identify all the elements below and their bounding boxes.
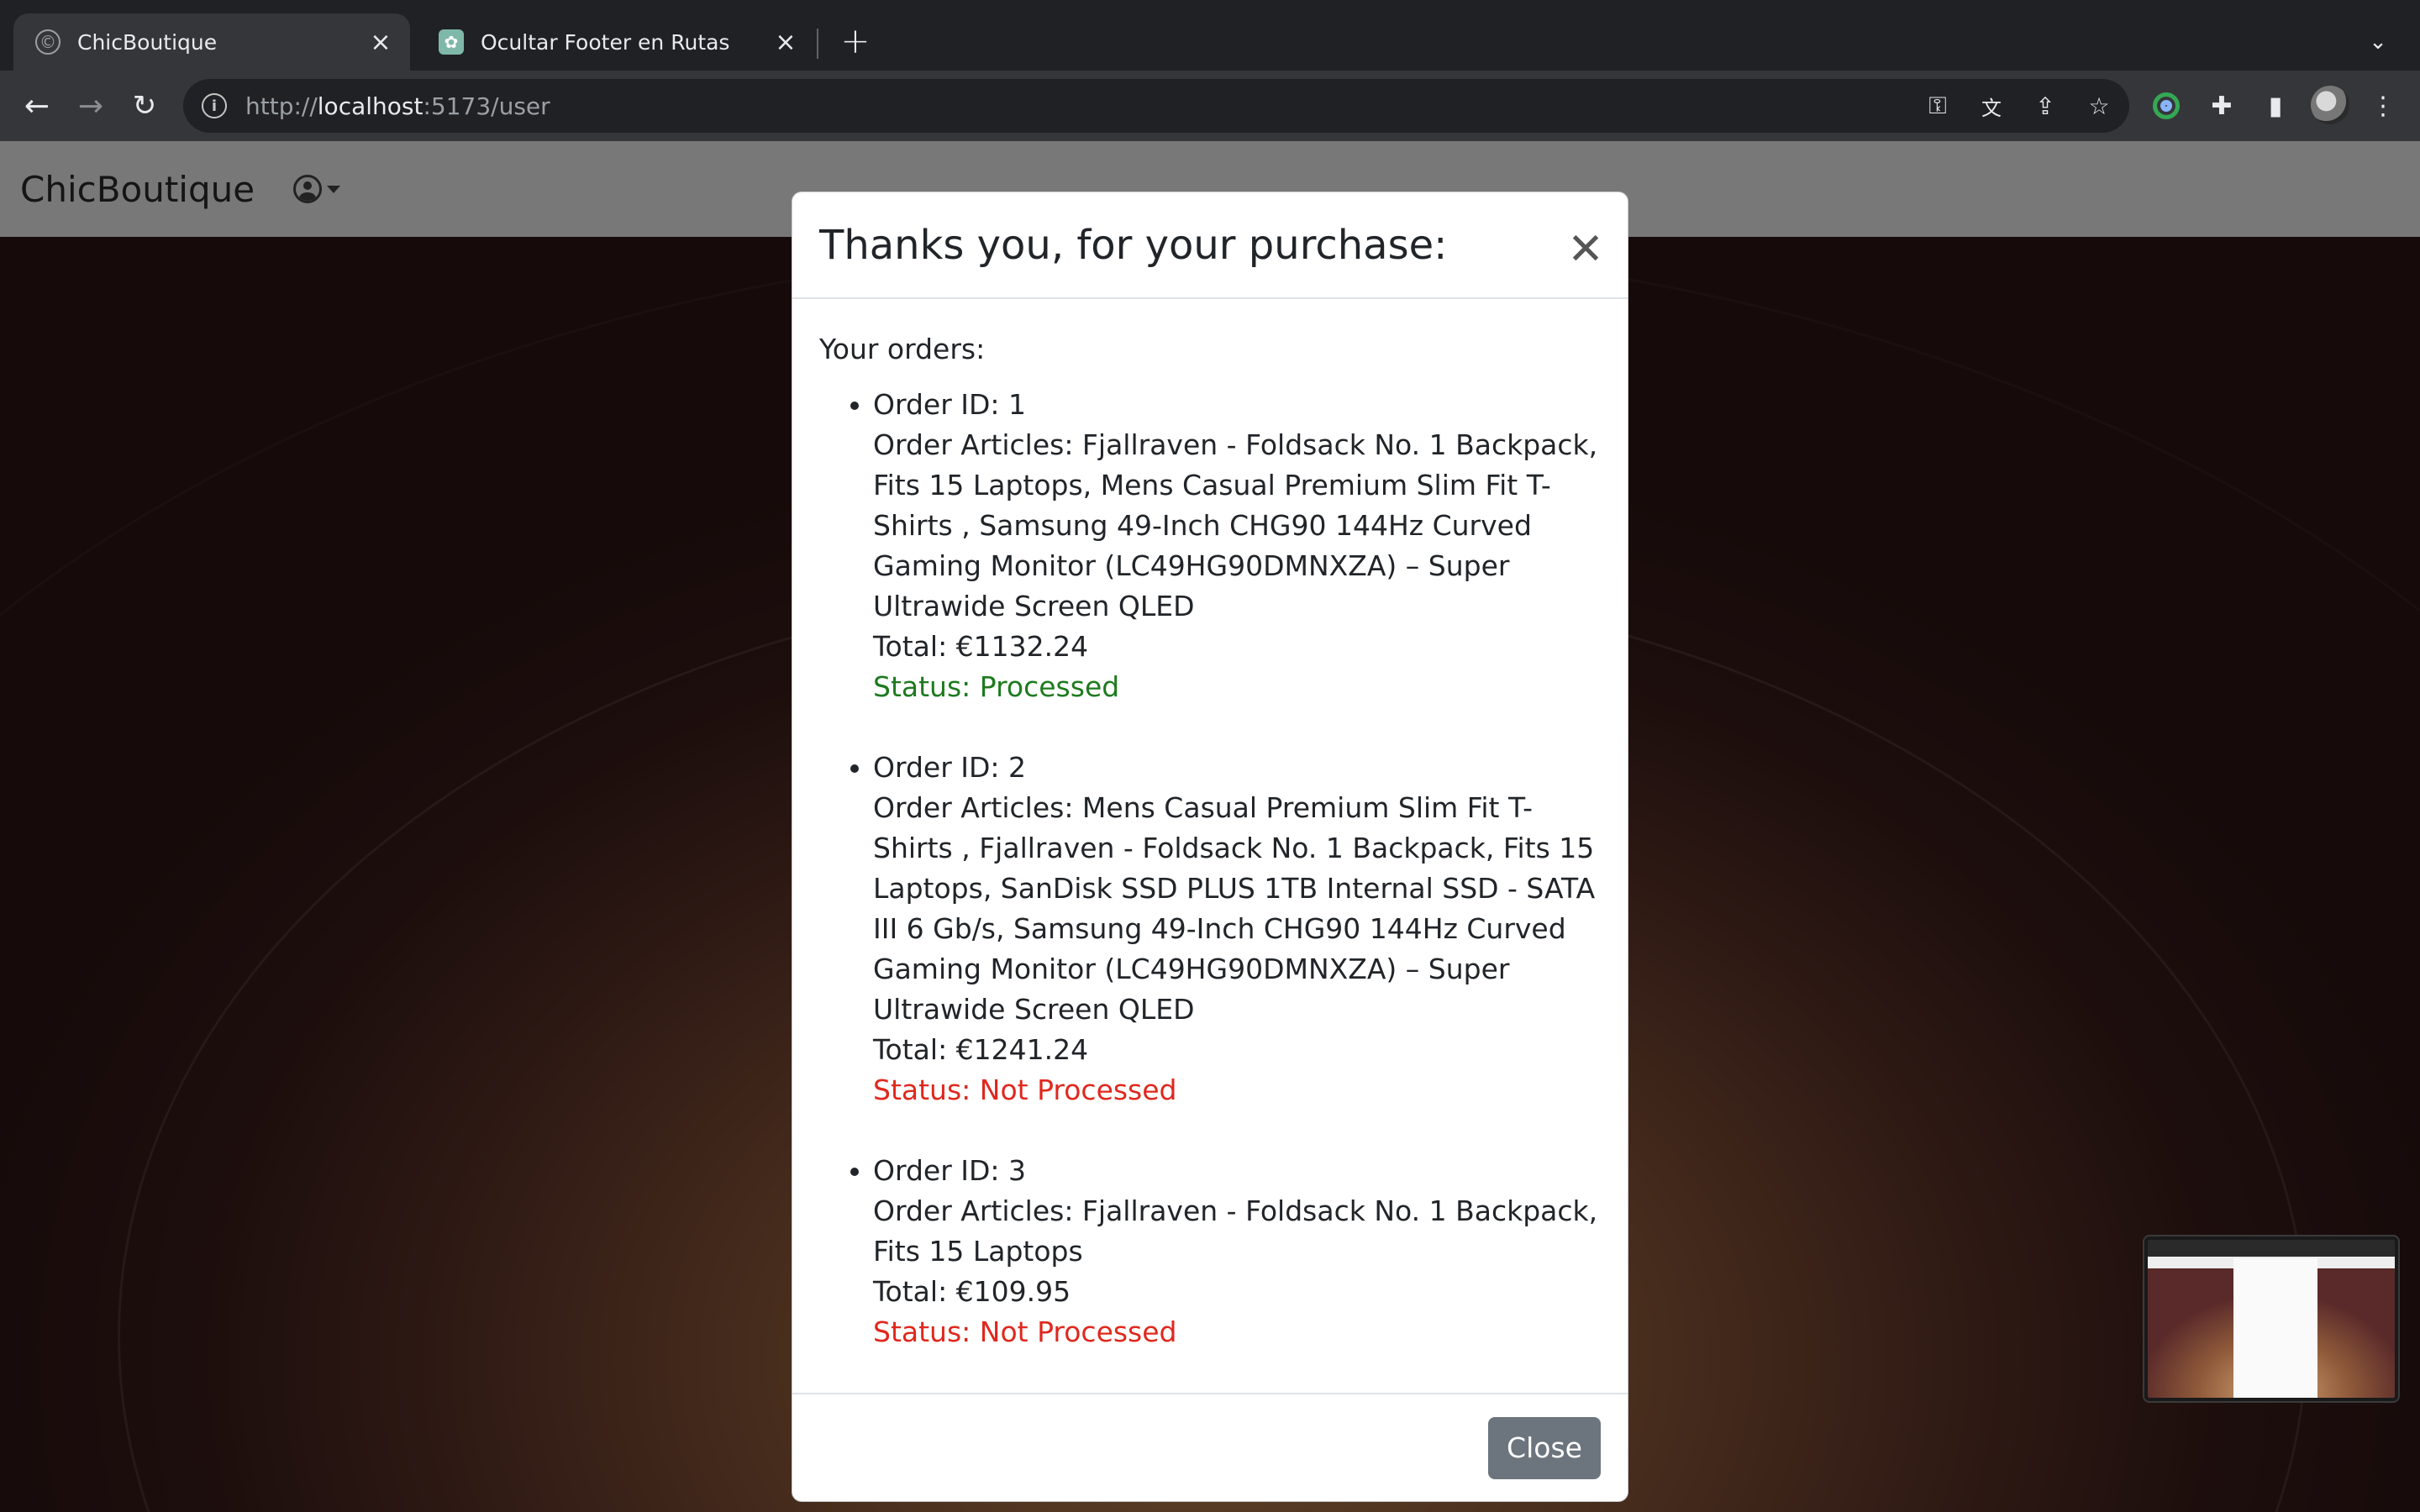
forward-arrow-icon[interactable]: → (72, 87, 109, 124)
order-id: Order ID: 1 (873, 388, 1027, 422)
purchase-modal: Thanks you, for your purchase: ✕ Your or… (792, 192, 1628, 1502)
order-status: Status: Not Processed (873, 1315, 1177, 1349)
order-articles: Order Articles: Mens Casual Premium Slim… (873, 791, 1596, 1026)
orders-intro: Your orders: (819, 333, 986, 366)
order-status: Status: Not Processed (873, 1074, 1177, 1107)
reload-icon[interactable]: ↻ (126, 87, 163, 124)
new-tab-plus-icon[interactable]: + (837, 20, 874, 61)
browser-menu-icon[interactable]: ⋮ (2365, 87, 2402, 124)
order-status: Status: Processed (873, 670, 1120, 704)
tab-title: ChicBoutique (77, 29, 218, 55)
site-info-icon[interactable]: i (202, 93, 227, 118)
page-viewport: ChicBoutique Thanks you, for your purcha… (0, 141, 2420, 1512)
profile-avatar[interactable] (2311, 86, 2349, 124)
openai-icon: ✿ (439, 29, 464, 55)
orders-list: Order ID: 1 Order Articles: Fjallraven -… (819, 385, 1601, 1352)
browser-tab-bar: © ChicBoutique × ✿ Ocultar Footer en Rut… (0, 0, 2420, 71)
extension-ring-icon[interactable] (2148, 87, 2185, 124)
thumbnail-chrome (2148, 1240, 2395, 1257)
share-icon[interactable]: ⇪ (2030, 91, 2060, 121)
close-tab-icon[interactable]: × (773, 28, 798, 57)
modal-body: Your orders: Order ID: 1 Order Articles:… (792, 299, 1628, 1393)
order-total: Total: €1132.24 (873, 630, 1089, 664)
browser-toolbar: ← → ↻ i http://localhost:5173/user ⚿ 文 ⇪… (0, 71, 2420, 141)
order-articles: Order Articles: Fjallraven - Foldsack No… (873, 1194, 1598, 1268)
modal-header: Thanks you, for your purchase: ✕ (792, 192, 1628, 300)
site-favicon-icon: © (35, 29, 60, 55)
order-item: Order ID: 1 Order Articles: Fjallraven -… (873, 385, 1601, 707)
address-bar[interactable]: i http://localhost:5173/user ⚿ 文 ⇪ ☆ (183, 79, 2129, 133)
tab-chicboutique[interactable]: © ChicBoutique × (13, 13, 410, 71)
order-total: Total: €1241.24 (873, 1033, 1089, 1067)
order-id: Order ID: 2 (873, 751, 1027, 785)
tab-title: Ocultar Footer en Rutas (481, 29, 730, 55)
tab-divider (817, 29, 818, 59)
thumbnail-modal (2233, 1258, 2317, 1398)
screen-preview-thumbnail[interactable] (2144, 1236, 2398, 1401)
bookmark-star-icon[interactable]: ☆ (2084, 91, 2114, 121)
order-id: Order ID: 3 (873, 1154, 1027, 1188)
tab-search-chevron-icon[interactable]: ⌄ (2360, 24, 2396, 60)
modal-footer: Close (792, 1393, 1628, 1501)
close-icon[interactable]: ✕ (1565, 228, 1606, 271)
side-panel-icon[interactable]: ▮ (2257, 87, 2294, 124)
translate-icon[interactable]: 文 (1976, 91, 2007, 121)
back-arrow-icon[interactable]: ← (18, 87, 55, 124)
tab-ocultar-footer[interactable]: ✿ Ocultar Footer en Rutas × (417, 13, 815, 71)
order-articles: Order Articles: Fjallraven - Foldsack No… (873, 428, 1598, 623)
order-item: Order ID: 3 Order Articles: Fjallraven -… (873, 1151, 1601, 1352)
order-total: Total: €109.95 (873, 1275, 1071, 1309)
close-button[interactable]: Close (1488, 1416, 1601, 1479)
order-item: Order ID: 2 Order Articles: Mens Casual … (873, 748, 1601, 1110)
url-text: http://localhost:5173/user (245, 92, 550, 120)
key-icon[interactable]: ⚿ (1923, 91, 1953, 121)
close-tab-icon[interactable]: × (368, 28, 393, 57)
modal-title: Thanks you, for your purchase: (819, 221, 1448, 269)
extensions-puzzle-icon[interactable]: ✚ (2203, 87, 2240, 124)
